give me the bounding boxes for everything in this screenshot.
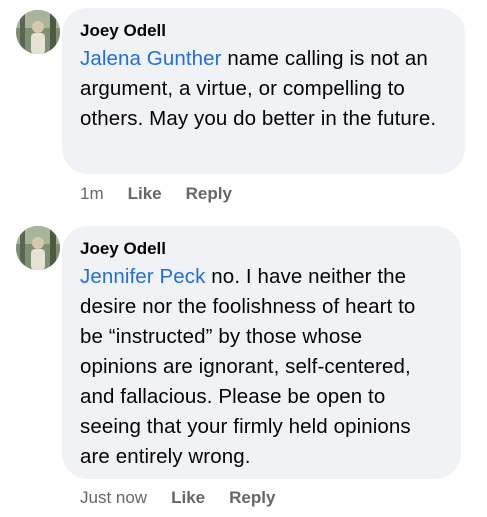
like-button[interactable]: Like <box>171 488 205 508</box>
like-button[interactable]: Like <box>128 184 162 204</box>
comment-timestamp[interactable]: 1m <box>80 184 104 204</box>
avatar-photo-icon <box>16 226 60 270</box>
comment-author[interactable]: Joey Odell <box>80 20 447 42</box>
mention-link[interactable]: Jalena Gunther <box>80 47 222 70</box>
reply-button[interactable]: Reply <box>186 184 232 204</box>
comment-text: Jalena Gunther name calling is not an ar… <box>80 44 447 134</box>
mention-link[interactable]: Jennifer Peck <box>80 265 206 288</box>
comment-actions: Just now Like Reply <box>80 488 299 508</box>
avatar-photo-icon <box>16 10 60 54</box>
comment-text: Jennifer Peck no. I have neither the des… <box>80 262 443 472</box>
comment-message: no. I have neither the desire nor the fo… <box>80 265 416 468</box>
comment-bubble: Joey Odell Jennifer Peck no. I have neit… <box>62 226 461 479</box>
comment-author[interactable]: Joey Odell <box>80 238 443 260</box>
comment-actions: 1m Like Reply <box>80 184 256 204</box>
avatar[interactable] <box>16 226 60 270</box>
avatar[interactable] <box>16 10 60 54</box>
reply-button[interactable]: Reply <box>229 488 275 508</box>
comment-timestamp[interactable]: Just now <box>80 488 147 508</box>
comment-bubble: Joey Odell Jalena Gunther name calling i… <box>62 8 465 174</box>
